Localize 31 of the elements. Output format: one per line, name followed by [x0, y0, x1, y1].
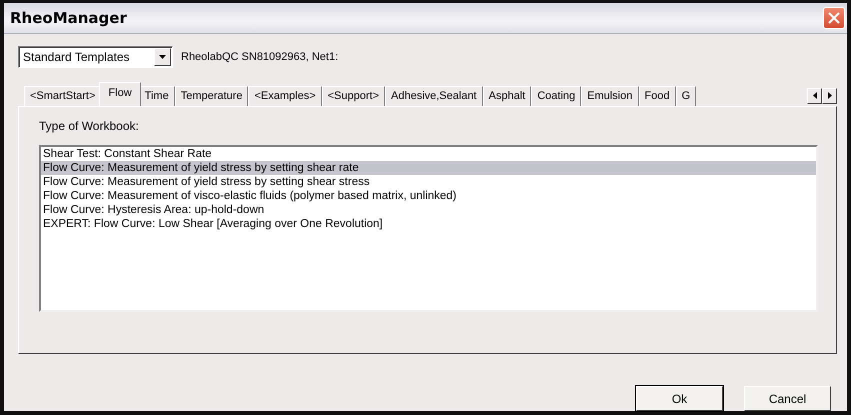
- dropdown-arrow-icon: [159, 54, 166, 59]
- tab[interactable]: <Examples>: [248, 86, 322, 106]
- cancel-button[interactable]: Cancel: [744, 386, 831, 411]
- tab[interactable]: Flow: [99, 82, 141, 106]
- ok-button[interactable]: Ok: [636, 386, 723, 411]
- tab[interactable]: <Support>: [322, 86, 385, 106]
- tab[interactable]: G: [676, 86, 696, 106]
- tab[interactable]: Temperature: [174, 86, 248, 106]
- tab[interactable]: Asphalt: [482, 86, 532, 106]
- right-arrow-icon: [828, 92, 832, 100]
- tab[interactable]: Adhesive,Sealant: [385, 86, 483, 106]
- list-item[interactable]: Flow Curve: Measurement of yield stress by setting shear stress: [41, 174, 816, 189]
- device-label: RheolabQC SN81092963, Net1:: [181, 50, 338, 63]
- window-title: RheoManager: [10, 8, 127, 27]
- tab[interactable]: Emulsion: [581, 86, 638, 106]
- tab[interactable]: <SmartStart>: [24, 86, 102, 106]
- tab[interactable]: Time: [138, 86, 175, 106]
- template-dropdown[interactable]: Standard Templates: [18, 46, 173, 68]
- scroll-left-button[interactable]: [807, 88, 822, 104]
- close-button[interactable]: [823, 6, 845, 29]
- list-item[interactable]: Flow Curve: Measurement of visco-elastic fluids (polymer based matrix, unlinked): [41, 188, 816, 203]
- scroll-right-button[interactable]: [822, 88, 837, 104]
- list-item[interactable]: Flow Curve: Hysteresis Area: up-hold-down: [41, 202, 816, 217]
- list-item[interactable]: Flow Curve: Measurement of yield stress by setting shear rate: [41, 160, 816, 175]
- left-arrow-icon: [812, 92, 816, 100]
- list-item[interactable]: EXPERT: Flow Curve: Low Shear [Averaging over One Revolution]: [41, 216, 816, 231]
- tab[interactable]: Coating: [531, 86, 582, 106]
- list-item[interactable]: Shear Test: Constant Shear Rate: [41, 146, 816, 161]
- tab[interactable]: Food: [638, 86, 676, 106]
- close-icon: [827, 10, 841, 25]
- list-label: Type of Workbook:: [39, 118, 140, 133]
